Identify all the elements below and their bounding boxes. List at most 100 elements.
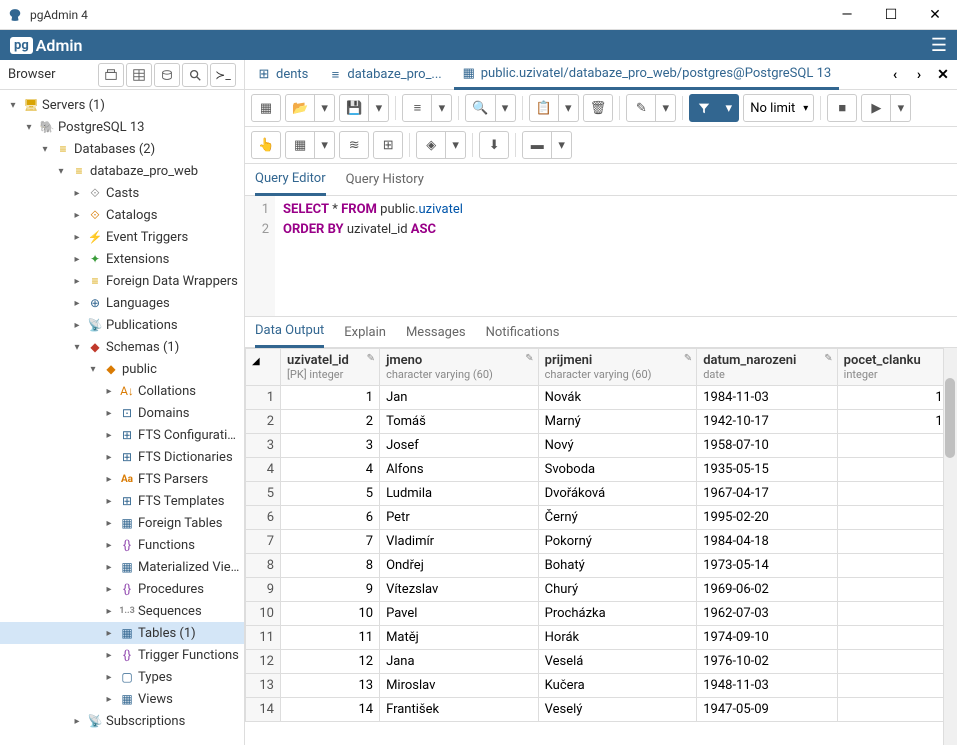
cell[interactable]: 6: [281, 506, 380, 530]
data-grid[interactable]: ◢uzivatel_id[PK] integer✎jmenocharacter …: [245, 348, 957, 722]
tree-node-subscriptions[interactable]: ▸📡Subscriptions: [0, 710, 244, 732]
open-dropdown[interactable]: ▾: [315, 94, 335, 122]
new-query-button[interactable]: ▦: [251, 94, 281, 122]
row-number[interactable]: 2: [246, 410, 281, 434]
table-row[interactable]: 1212JanaVeselá1976-10-021: [246, 650, 957, 674]
find-button[interactable]: ≡: [402, 94, 432, 122]
stop-button[interactable]: ■: [827, 94, 857, 122]
browser-tool-refresh[interactable]: [98, 63, 124, 87]
cell[interactable]: Pavel: [380, 602, 539, 626]
cell[interactable]: Kučera: [538, 674, 697, 698]
cell[interactable]: 1: [837, 650, 956, 674]
tree-node-servers-1-[interactable]: ▾🖥Servers (1): [0, 94, 244, 116]
macro-button[interactable]: ⊞: [373, 131, 403, 159]
tree-toggle[interactable]: ▾: [86, 364, 100, 375]
tree-node-types[interactable]: ▸▢Types: [0, 666, 244, 688]
filter-button[interactable]: [689, 94, 719, 122]
row-number[interactable]: 7: [246, 530, 281, 554]
tree-toggle[interactable]: ▸: [70, 276, 84, 287]
filter-dropdown[interactable]: ▾: [719, 94, 739, 122]
edit-dropdown[interactable]: ▾: [656, 94, 676, 122]
cell[interactable]: 1: [837, 530, 956, 554]
cell[interactable]: 1984-04-18: [697, 530, 837, 554]
tree-node-databaze-pro-web[interactable]: ▾≡databaze_pro_web: [0, 160, 244, 182]
cell[interactable]: 1: [837, 674, 956, 698]
tree-toggle[interactable]: ▸: [102, 562, 116, 573]
tree-node-fts-parsers[interactable]: ▸AaFTS Parsers: [0, 468, 244, 490]
cell[interactable]: 1: [837, 698, 956, 722]
tree-node-foreign-data-wrappers[interactable]: ▸≡Foreign Data Wrappers: [0, 270, 244, 292]
editor-code[interactable]: SELECT * FROM public.uzivatel ORDER BY u…: [275, 196, 957, 316]
main-tab[interactable]: ⊞dents: [249, 60, 316, 90]
tree-node-postgresql-13[interactable]: ▾🐘PostgreSQL 13: [0, 116, 244, 138]
copy-dropdown[interactable]: ▾: [496, 94, 516, 122]
cell[interactable]: 8: [837, 602, 956, 626]
tree-node-languages[interactable]: ▸⊕Languages: [0, 292, 244, 314]
row-number[interactable]: 12: [246, 650, 281, 674]
edit-button[interactable]: ✎: [626, 94, 656, 122]
cell[interactable]: 0: [837, 626, 956, 650]
row-number[interactable]: 5: [246, 482, 281, 506]
cell[interactable]: 1935-05-15: [697, 458, 837, 482]
tree-toggle[interactable]: ▸: [70, 188, 84, 199]
save-dropdown[interactable]: ▾: [369, 94, 389, 122]
tree-toggle[interactable]: ▾: [22, 122, 36, 133]
tree-node-materialized-views[interactable]: ▸▦Materialized Views: [0, 556, 244, 578]
tab-query-editor[interactable]: Query Editor: [255, 164, 326, 196]
tree-node-domains[interactable]: ▸⊡Domains: [0, 402, 244, 424]
save-button[interactable]: 💾: [339, 94, 369, 122]
tree-toggle[interactable]: ▸: [102, 474, 116, 485]
cell[interactable]: 1: [281, 386, 380, 410]
tree-toggle[interactable]: ▸: [70, 232, 84, 243]
tree-toggle[interactable]: ▸: [102, 672, 116, 683]
delete-button[interactable]: 🗑: [583, 94, 614, 122]
copy-button[interactable]: 🔍: [465, 94, 495, 122]
commit-dropdown[interactable]: ▾: [315, 131, 335, 159]
table-row[interactable]: 1010PavelProcházka1962-07-038: [246, 602, 957, 626]
cell[interactable]: 1976-10-02: [697, 650, 837, 674]
cell[interactable]: Černý: [538, 506, 697, 530]
clear-dropdown[interactable]: ▾: [446, 131, 466, 159]
cell[interactable]: Matěj: [380, 626, 539, 650]
cell[interactable]: 1995-02-20: [697, 506, 837, 530]
cell[interactable]: 9: [281, 578, 380, 602]
cell[interactable]: Ludmila: [380, 482, 539, 506]
maximize-button[interactable]: ☐: [877, 5, 905, 25]
table-row[interactable]: 1111MatějHorák1974-09-100: [246, 626, 957, 650]
row-number[interactable]: 3: [246, 434, 281, 458]
column-header-prijmeni[interactable]: prijmenicharacter varying (60)✎: [538, 349, 697, 386]
cell[interactable]: 1962-07-03: [697, 602, 837, 626]
cell[interactable]: 7: [281, 530, 380, 554]
row-number[interactable]: 10: [246, 602, 281, 626]
cell[interactable]: 2: [281, 410, 380, 434]
limit-select[interactable]: No limit: [743, 94, 814, 122]
cell[interactable]: Svoboda: [538, 458, 697, 482]
cell[interactable]: 1969-06-02: [697, 578, 837, 602]
cell[interactable]: 1984-11-03: [697, 386, 837, 410]
table-row[interactable]: 55LudmilaDvořáková1967-04-172: [246, 482, 957, 506]
tree-node-databases-2-[interactable]: ▾≡Databases (2): [0, 138, 244, 160]
tree-toggle[interactable]: ▸: [102, 496, 116, 507]
tree-node-functions[interactable]: ▸{}Functions: [0, 534, 244, 556]
tab-prev[interactable]: ‹: [885, 65, 905, 85]
tree-node-sequences[interactable]: ▸1..3Sequences: [0, 600, 244, 622]
cell[interactable]: 17: [837, 386, 956, 410]
sql-editor[interactable]: 12 SELECT * FROM public.uzivatel ORDER B…: [245, 196, 957, 316]
tree-node-fts-dictionaries[interactable]: ▸⊞FTS Dictionaries: [0, 446, 244, 468]
cell[interactable]: 10: [281, 602, 380, 626]
cell[interactable]: 3: [837, 554, 956, 578]
tab-notifications[interactable]: Notifications: [486, 316, 560, 348]
paste-button[interactable]: 📋: [529, 94, 559, 122]
main-tab[interactable]: ▦public.uzivatel/databaze_pro_web/postgr…: [454, 60, 839, 90]
tree-node-event-triggers[interactable]: ▸⚡Event Triggers: [0, 226, 244, 248]
tree-node-catalogs[interactable]: ▸⟐Catalogs: [0, 204, 244, 226]
tree-toggle[interactable]: ▾: [6, 100, 20, 111]
table-row[interactable]: 88OndřejBohatý1973-05-143: [246, 554, 957, 578]
cell[interactable]: František: [380, 698, 539, 722]
tree-node-foreign-tables[interactable]: ▸▦Foreign Tables: [0, 512, 244, 534]
cell[interactable]: Vítezslav: [380, 578, 539, 602]
cell[interactable]: 1974-09-10: [697, 626, 837, 650]
cell[interactable]: Miroslav: [380, 674, 539, 698]
column-header-datum_narozeni[interactable]: datum_narozenidate✎: [697, 349, 837, 386]
tree-node-fts-templates[interactable]: ▸⊞FTS Templates: [0, 490, 244, 512]
